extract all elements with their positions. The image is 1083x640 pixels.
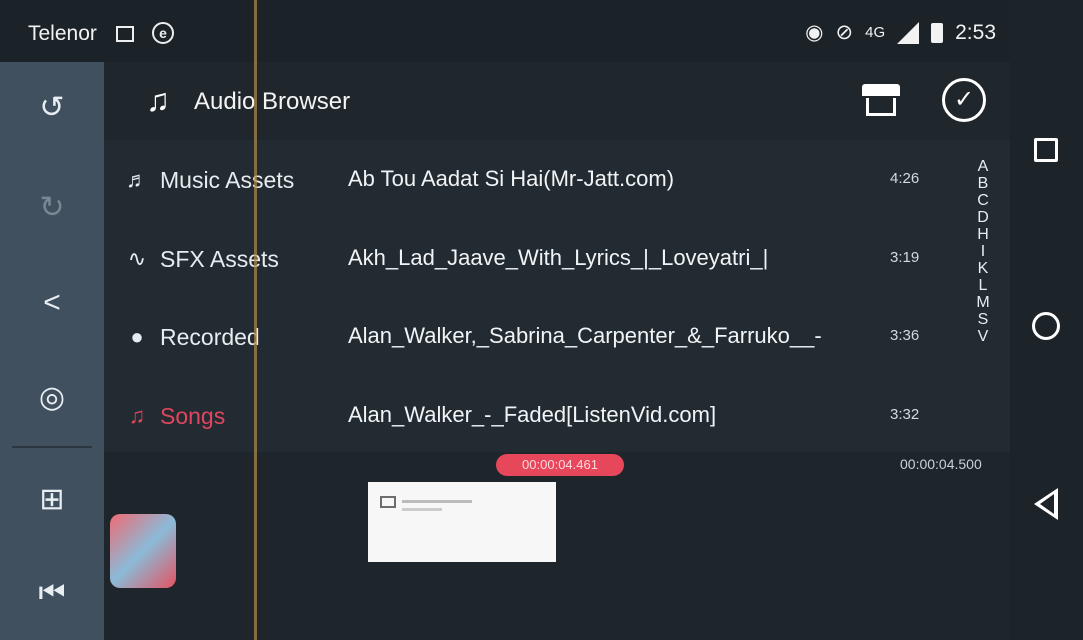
network-type: 4G [865,24,886,41]
rail-divider [12,446,92,448]
total-time-label: 00:00:04.500 [900,456,982,472]
redo-button[interactable]: ↻ [0,162,104,252]
recent-apps-icon[interactable] [1034,138,1058,162]
dnd-icon: ⊘ [835,21,854,44]
track-title[interactable]: Akh_Lad_Jaave_With_Lyrics_|_Loveyatri_| [348,238,888,278]
left-toolbar: ↺ ↻ < ◎ ⊞ ⏮ [0,62,104,640]
share-icon: < [43,286,61,319]
index-letter[interactable]: S [978,311,989,328]
sfx-icon: ∿ [127,246,147,271]
index-letter[interactable]: V [978,328,989,345]
sticker-clip[interactable] [110,514,176,588]
check-icon: ✓ [953,86,975,113]
panel-header: ♫ Audio Browser ✓ [104,62,1010,140]
category-label: Music Assets [160,166,295,193]
category-songs[interactable]: ♫ Songs [124,396,334,436]
index-letter[interactable]: D [977,209,989,226]
category-label: Recorded [160,323,260,350]
index-letter[interactable]: L [979,277,988,294]
share-button[interactable]: < [0,258,104,348]
adjust-icon: ⊞ [39,482,65,516]
back-icon[interactable] [1034,488,1058,520]
category-label: Songs [160,402,226,429]
status-bar: Telenor e ◉ ⊘ 4G 2:53 [0,0,1010,62]
category-sfx-assets[interactable]: ∿ SFX Assets [124,239,334,279]
index-letter[interactable]: C [977,192,989,209]
category-recorded[interactable]: ● Recorded [124,317,334,357]
store-icon [862,84,900,96]
e-icon: e [152,22,174,44]
songs-icon: ♫ [128,403,146,428]
current-time-badge: 00:00:04.461 [496,454,624,476]
signal-icon [897,21,920,44]
category-label: SFX Assets [160,245,279,272]
index-letter[interactable]: I [981,243,985,260]
timeline[interactable]: 00:00:04.461 00:00:04.500 [104,452,1010,640]
playhead[interactable] [254,0,257,640]
battery-icon [931,22,944,43]
confirm-button[interactable]: ✓ [942,78,986,122]
video-clip-thumbnail[interactable] [368,482,556,562]
category-music-assets[interactable]: ♬ Music Assets [124,160,334,200]
hotspot-icon: ◉ [805,21,824,44]
page-title: Audio Browser [194,88,351,115]
track-duration: 3:36 [890,327,920,344]
skip-start-icon: ⏮ [38,576,66,609]
settings-icon: ◎ [38,380,66,414]
clock: 2:53 [955,20,996,44]
store-button[interactable] [862,84,900,118]
alphabet-index[interactable]: A B C D H I K L M S V [974,158,992,345]
status-icons: ◉ ⊘ 4G 2:53 [805,20,996,45]
settings-button[interactable]: ◎ [0,352,104,442]
track-title[interactable]: Alan_Walker,_Sabrina_Carpenter_&_Farruko… [348,316,888,356]
index-letter[interactable]: M [976,294,989,311]
redo-icon: ↻ [39,190,65,224]
image-icon [116,26,134,42]
music-note-icon: ♫ [146,82,170,118]
image-placeholder-icon [380,496,396,508]
index-letter[interactable]: K [978,260,989,277]
audio-browser-panel: ♫ Audio Browser ✓ ♬ Music Assets ∿ SFX A… [104,62,1010,452]
skip-to-start-button[interactable]: ⏮ [0,548,104,638]
index-letter[interactable]: H [977,226,989,243]
track-duration: 4:26 [890,170,920,187]
track-duration: 3:19 [890,249,920,266]
music-assets-icon: ♬ [126,167,148,192]
undo-icon: ↺ [39,90,65,124]
index-letter[interactable]: B [978,175,989,192]
track-title[interactable]: Alan_Walker_-_Faded[ListenVid.com] [348,395,888,435]
system-nav-bar [1010,0,1083,640]
track-title[interactable]: Ab Tou Aadat Si Hai(Mr-Jatt.com) [348,159,888,199]
carrier-label: Telenor [28,22,97,45]
microphone-icon: ● [130,324,144,349]
home-icon[interactable] [1032,312,1060,340]
index-letter[interactable]: A [978,158,989,175]
adjust-button[interactable]: ⊞ [0,454,104,544]
undo-button[interactable]: ↺ [0,62,104,152]
track-duration: 3:32 [890,406,920,423]
